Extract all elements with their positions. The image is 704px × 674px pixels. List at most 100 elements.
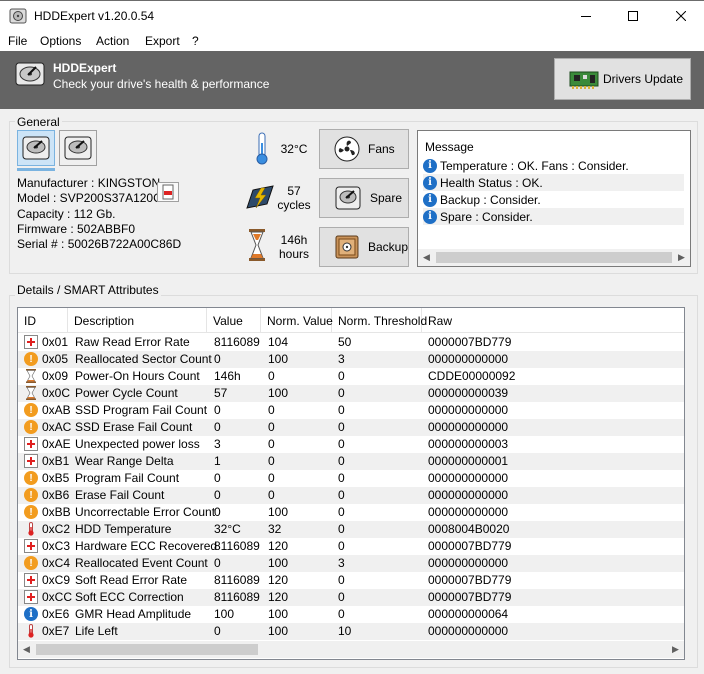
disk-1-button[interactable] (17, 130, 55, 166)
spare-drive-icon (335, 186, 361, 210)
error-cross-icon (24, 539, 38, 553)
cell-threshold: 0 (338, 607, 345, 621)
column-norm-value[interactable]: Norm. Value (261, 308, 333, 333)
message-horizontal-scrollbar[interactable]: ◀ ▶ (418, 249, 690, 266)
cell-id: 0x09 (42, 369, 69, 383)
table-row[interactable]: i 0xE6 GMR Head Amplitude 100 100 0 0000000000… (18, 606, 684, 623)
cell-raw: 000000000003 (428, 437, 509, 451)
table-row[interactable]: 0x01 Raw Read Error Rate 8116089 104 50 00000… (18, 334, 684, 351)
table-row[interactable]: 0xCC Soft ECC Correction 8116089 120 0 000000… (18, 589, 684, 606)
menu-help[interactable]: ? (192, 34, 199, 48)
column-raw[interactable]: Raw (422, 308, 684, 333)
table-row[interactable]: ! 0xAB SSD Program Fail Count 0 0 0 0000000000… (18, 402, 684, 419)
cell-threshold: 0 (338, 420, 345, 434)
table-row[interactable]: ! 0xAC SSD Erase Fail Count 0 0 0 000000000000 (18, 419, 684, 436)
cell-value: 8116089 (214, 335, 260, 349)
table-row[interactable]: ! 0xB6 Erase Fail Count 0 0 0 000000000000 (18, 487, 684, 504)
message-item: i Backup : Consider. (423, 191, 684, 208)
info-icon: i (423, 209, 437, 224)
cell-value: 0 (214, 403, 221, 417)
cell-description: HDD Temperature (75, 522, 172, 536)
scrollbar-thumb[interactable] (36, 644, 258, 655)
cell-raw: 000000000064 (428, 607, 509, 621)
table-row[interactable]: ! 0x05 Reallocated Sector Count 0 100 3 000000… (18, 351, 684, 368)
table-row[interactable]: 0xC2 HDD Temperature 32°C 32 0 0008004B0020 (18, 521, 684, 538)
cell-norm: 120 (268, 590, 289, 604)
spare-button[interactable]: Spare (319, 178, 409, 218)
cell-value: 1 (214, 454, 221, 468)
scroll-left-icon[interactable]: ◀ (418, 249, 435, 266)
cell-threshold: 0 (338, 488, 345, 502)
info-icon: i (24, 607, 38, 621)
drivers-update-button[interactable]: Drivers Update (554, 58, 691, 100)
disk-2-button[interactable] (59, 130, 97, 166)
message-panel: Message i Temperature : OK. Fans : Consi… (417, 130, 691, 267)
backup-button[interactable]: Backup (319, 227, 409, 267)
cell-threshold: 0 (338, 471, 345, 485)
menu-file[interactable]: File (8, 34, 27, 48)
warning-icon: ! (24, 420, 38, 434)
close-button[interactable] (658, 1, 704, 31)
cell-threshold: 0 (338, 403, 345, 417)
cell-id: 0xC3 (42, 539, 71, 553)
cell-norm: 0 (268, 471, 275, 485)
scroll-right-icon[interactable]: ▶ (673, 249, 690, 266)
general-legend: General (15, 115, 62, 129)
fan-icon (334, 136, 360, 162)
backup-label: Backup (367, 240, 408, 254)
cell-raw: 000000000039 (428, 386, 509, 400)
message-header: Message (425, 140, 474, 154)
cell-id: 0xAC (42, 420, 72, 434)
column-id[interactable]: ID (18, 308, 68, 333)
selected-disk-indicator (17, 168, 55, 171)
table-row[interactable]: 0x0C Power Cycle Count 57 100 0 000000000039 (18, 385, 684, 402)
cell-threshold: 10 (338, 624, 352, 638)
cell-threshold: 0 (338, 454, 345, 468)
cell-norm: 100 (268, 386, 289, 400)
scrollbar-thumb[interactable] (436, 252, 672, 263)
table-row[interactable]: 0xAE Unexpected power loss 3 0 0 000000000003 (18, 436, 684, 453)
cell-id: 0x01 (42, 335, 69, 349)
maximize-button[interactable] (610, 1, 656, 31)
cell-id: 0xAB (42, 403, 71, 417)
table-row[interactable]: 0xE7 Life Left 0 100 10 000000000000 (18, 623, 684, 640)
error-cross-icon (24, 454, 38, 468)
cell-raw: 0000007BD779 (428, 573, 512, 587)
title-bar: HDDExpert v1.20.0.54 (0, 0, 704, 31)
column-value[interactable]: Value (207, 308, 261, 333)
column-norm-threshold[interactable]: Norm. Threshold (332, 308, 427, 333)
menu-options[interactable]: Options (40, 34, 81, 48)
minimize-button[interactable] (563, 1, 609, 31)
table-row[interactable]: 0xC3 Hardware ECC Recovered 8116089 120 0 000… (18, 538, 684, 555)
table-row[interactable]: 0xC9 Soft Read Error Rate 8116089 120 0 00000… (18, 572, 684, 589)
menu-export[interactable]: Export (145, 34, 180, 48)
table-row[interactable]: ! 0xB5 Program Fail Count 0 0 0 000000000000 (18, 470, 684, 487)
cell-description: Unexpected power loss (75, 437, 200, 451)
menu-bar: File Options Action Export ? (0, 31, 704, 51)
table-row[interactable]: ! 0xBB Uncorrectable Error Count 0 100 0 00000… (18, 504, 684, 521)
cell-norm: 0 (268, 454, 275, 468)
column-description[interactable]: Description (68, 308, 207, 333)
message-item: i Health Status : OK. (423, 174, 684, 191)
scroll-left-icon[interactable]: ◀ (18, 641, 35, 658)
power-cycle-bolt-icon (246, 185, 274, 209)
message-item: i Spare : Consider. (423, 208, 684, 225)
table-horizontal-scrollbar[interactable]: ◀ ▶ (18, 641, 684, 658)
hdd-logo-icon (15, 62, 45, 86)
cell-raw: 000000000000 (428, 352, 509, 366)
menu-action[interactable]: Action (96, 34, 129, 48)
cycles-unit: cycles (277, 198, 311, 212)
fans-button[interactable]: Fans (319, 129, 409, 169)
message-text: Spare : Consider. (440, 209, 533, 224)
table-row[interactable]: ! 0xC4 Reallocated Event Count 0 100 3 0000000… (18, 555, 684, 572)
hours-unit: hours (278, 247, 310, 261)
cell-raw: 0000007BD779 (428, 335, 512, 349)
scroll-right-icon[interactable]: ▶ (667, 641, 684, 658)
cell-value: 32°C (214, 522, 241, 536)
table-row[interactable]: 0xB1 Wear Range Delta 1 0 0 000000000001 (18, 453, 684, 470)
pdf-report-icon[interactable] (157, 182, 179, 202)
cell-norm: 0 (268, 403, 275, 417)
cell-value: 8116089 (214, 539, 260, 553)
error-cross-icon (24, 437, 38, 451)
table-row[interactable]: 0x09 Power-On Hours Count 146h 0 0 CDDE000000… (18, 368, 684, 385)
